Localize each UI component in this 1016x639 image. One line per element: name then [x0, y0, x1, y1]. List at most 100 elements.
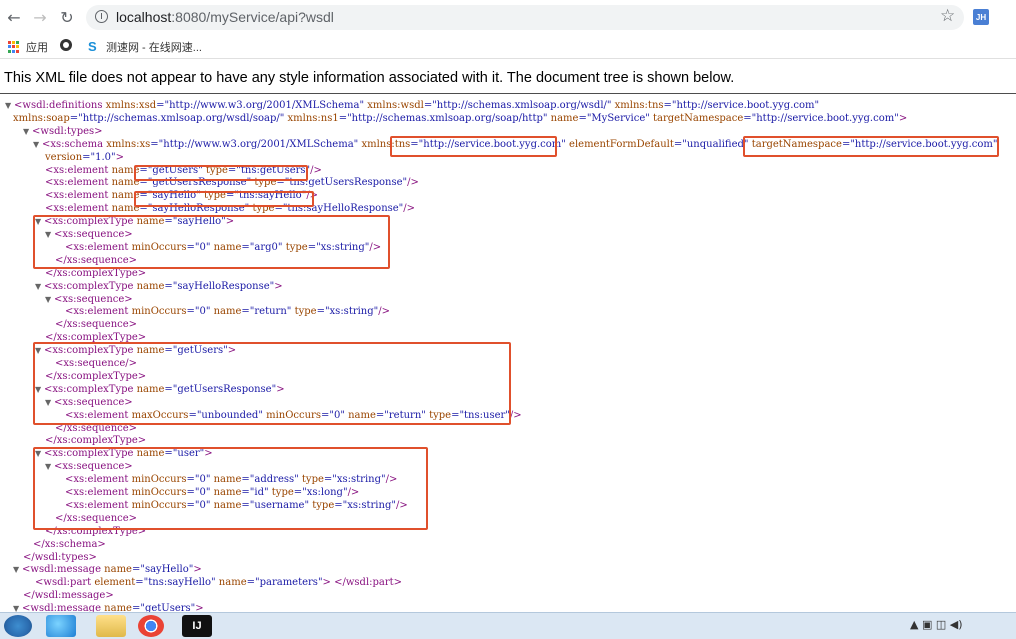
collapse-triangle-icon[interactable]: ▼ [35, 448, 44, 461]
xml-attr-name: name [210, 487, 242, 498]
xml-line: <xs:element minOccurs="0" name="arg0" ty… [65, 242, 381, 255]
xml-tag: /> [395, 499, 408, 511]
xml-attr-name: minOccurs [128, 241, 187, 253]
xml-line: ▼ <xs:complexType name="sayHello"> [35, 216, 234, 229]
ie-icon[interactable] [46, 615, 76, 637]
bookmark-speedtest[interactable]: S 测速网 - 在线网速... [88, 39, 202, 55]
xml-tag: </xs:schema> [33, 538, 106, 550]
url-text[interactable]: localhost:8080/myService/api?wsdl [116, 9, 334, 25]
xml-line: xmlns:soap="http://schemas.xmlsoap.org/w… [13, 113, 907, 126]
xml-line: ▼ <xs:complexType name="user"> [35, 448, 213, 461]
system-tray[interactable]: ▲ ▣ ◫ ◀) [910, 618, 963, 631]
xml-attr-value: ="0" [186, 499, 211, 511]
info-icon[interactable] [95, 10, 108, 23]
xml-tag: /> [306, 190, 319, 202]
xml-attr-value: ="xs:long" [293, 487, 348, 498]
xml-attr-name: name [133, 448, 165, 460]
collapse-triangle-icon[interactable]: ▼ [45, 229, 54, 242]
collapse-triangle-icon[interactable]: ▼ [35, 216, 44, 229]
reload-icon[interactable]: ↻ [56, 6, 78, 28]
bookmark-apps[interactable]: 应用 [8, 39, 48, 55]
collapse-triangle-icon[interactable]: ▼ [23, 126, 32, 139]
xml-attr-name: name [547, 112, 579, 124]
collapse-triangle-icon[interactable]: ▼ [35, 384, 44, 397]
xml-line: <xs:element minOccurs="0" name="id" type… [65, 487, 359, 500]
xml-line: <xs:element name="getUsersResponse" type… [45, 177, 419, 190]
collapse-triangle-icon[interactable]: ▼ [45, 461, 54, 474]
xml-attr-name: xmlns:soap [13, 112, 70, 124]
collapse-triangle-icon[interactable]: ▼ [35, 345, 44, 358]
xml-attr-value: ="tns:user" [451, 409, 510, 421]
xml-attr-value: ="sayHello" [139, 190, 201, 202]
xml-tag: /> [369, 241, 382, 253]
address-bar[interactable]: localhost:8080/myService/api?wsdl [86, 5, 964, 30]
xml-attr-value: ="xs:string" [316, 306, 379, 318]
xml-line: ▼ <xs:sequence> [45, 461, 133, 474]
bookmark-label: 测速网 - 在线网速... [106, 42, 202, 54]
bookmark-label: 应用 [26, 42, 48, 54]
xml-attr-value: ="tns:sayHello" [135, 577, 216, 589]
xml-tag: <wsdl:message [22, 564, 101, 576]
xml-attr-name: name [215, 577, 247, 589]
xml-line: ▼ <xs:sequence> [45, 294, 133, 307]
profile-avatar[interactable]: JH [973, 9, 989, 25]
xml-line: ▼ <xs:complexType name="sayHelloResponse"… [35, 281, 283, 294]
xml-line: </xs:complexType> [45, 268, 146, 281]
collapse-triangle-icon[interactable]: ▼ [45, 397, 54, 410]
xml-attr-value: ="http://service.boot.yyg.com" [841, 138, 998, 150]
xml-tag: > [322, 577, 331, 589]
collapse-triangle-icon[interactable]: ▼ [5, 100, 14, 113]
chrome-icon[interactable] [138, 615, 164, 637]
xml-attr-name: xmlns:wsdl [364, 100, 424, 111]
collapse-triangle-icon[interactable]: ▼ [45, 294, 54, 307]
xml-attr-name: name [100, 564, 132, 576]
start-orb-icon[interactable] [4, 615, 32, 637]
xml-tag: /> [378, 306, 391, 318]
xml-attr-name: type [291, 306, 317, 318]
xml-tag: <xs:schema [42, 138, 104, 150]
xml-attr-value: ="getUsers" [164, 345, 228, 357]
xml-attr-value: ="tns:sayHello" [225, 190, 307, 202]
xml-attr-name: type [425, 409, 452, 421]
forward-icon[interactable]: → [29, 6, 51, 28]
xml-line: ▼ <xs:complexType name="getUsersResponse"… [35, 384, 285, 397]
xml-attr-name: minOccurs [128, 487, 187, 498]
xml-line: ▼ <wsdl:message name="sayHello"> [13, 564, 202, 577]
intellij-icon[interactable]: IJ [182, 615, 212, 637]
bookmark-globe[interactable] [60, 39, 78, 51]
xml-attr-name: name [344, 409, 376, 421]
xml-line: </xs:schema> [33, 539, 106, 552]
xml-tag: </xs:complexType> [45, 267, 147, 279]
xml-line: </xs:complexType> [45, 435, 146, 448]
xml-tag: </xs:complexType> [45, 332, 147, 344]
xml-line: <xs:element maxOccurs="unbounded" minOcc… [65, 410, 522, 423]
xml-line: ▼ <xs:complexType name="getUsers"> [35, 345, 236, 358]
xml-line: <xs:element minOccurs="0" name="return" … [65, 306, 390, 319]
folder-icon[interactable] [96, 615, 126, 637]
xml-line: </xs:sequence> [55, 423, 137, 436]
xml-attr-name: xmlns:tns [358, 138, 411, 150]
xml-attr-value: ="0" [320, 409, 345, 421]
xml-line: </wsdl:message> [23, 590, 114, 603]
xml-attr-value: ="parameters" [246, 577, 323, 589]
collapse-triangle-icon[interactable]: ▼ [35, 281, 44, 294]
xml-attr-value: ="xs:string" [334, 499, 396, 511]
xml-attr-value: ="unbounded" [188, 409, 263, 421]
xml-attr-name: name [133, 216, 165, 228]
bookmark-star-icon[interactable]: ☆ [940, 6, 955, 26]
back-icon[interactable]: ← [3, 6, 25, 28]
xml-attr-name: minOccurs [128, 306, 187, 318]
xml-attr-value: ="xs:string" [307, 241, 370, 253]
url-path: :8080/myService/api?wsdl [171, 9, 334, 25]
collapse-triangle-icon[interactable]: ▼ [13, 564, 22, 577]
collapse-triangle-icon[interactable]: ▼ [33, 139, 42, 152]
xml-tag: <xs:sequence> [54, 396, 133, 408]
xml-attr-value: ="http://schemas.xmlsoap.org/soap/http" [338, 112, 548, 124]
xml-attr-value: ="unqualified" [673, 138, 749, 150]
xml-attr-name: name [210, 241, 242, 253]
xml-attr-name: targetNamespace [748, 138, 842, 150]
xml-attr-value: ="username" [241, 499, 310, 511]
xml-tag: </xs:sequence> [55, 422, 138, 434]
globe-icon [60, 39, 72, 51]
xml-tag: > [225, 216, 235, 228]
